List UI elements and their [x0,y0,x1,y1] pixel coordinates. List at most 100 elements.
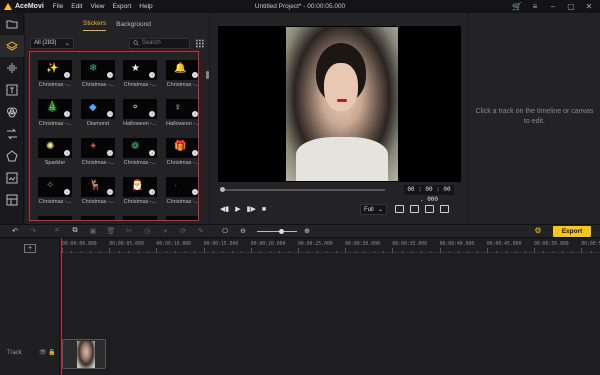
play-icon[interactable]: ▶ [235,205,240,213]
category-select[interactable]: All (283) ⌄ [30,37,74,49]
step-back-icon[interactable]: ◀▮ [220,205,229,213]
zoom-out-icon[interactable]: ⊖ [236,227,250,235]
sticker-glyph: ❁ [131,141,140,152]
menu-view[interactable]: View [90,3,104,10]
rail-transitions[interactable] [0,123,24,145]
sticker-item[interactable]: ✦ ↓ Christmas -... [81,138,115,166]
player-controls: ◀▮ ▶ ▮▶ ■ [220,205,272,214]
tab-stickers[interactable]: Stickers [83,15,107,31]
eye-icon[interactable]: 👁 [39,350,47,356]
sticker-item[interactable]: · ↓ Christmas -... [166,177,198,205]
close-icon[interactable]: ✕ [580,2,598,11]
aspect-ratio-icon[interactable] [425,205,434,213]
sticker-item[interactable]: ❄ ↓ Christmas -... [81,60,115,88]
delete-icon[interactable]: 🗑 [104,227,118,235]
progress-handle[interactable] [220,187,225,192]
step-forward-icon[interactable]: ▮▶ [247,205,256,213]
rail-layers[interactable] [0,35,24,57]
volume-icon[interactable] [410,205,419,213]
redo-icon[interactable]: ↷ [26,227,40,235]
quality-select[interactable]: Full ⌄ [360,204,387,215]
video-canvas[interactable] [218,26,461,182]
split-icon[interactable]: ✂ [122,227,136,235]
color-icon[interactable]: ◑ [158,228,172,235]
timeline-clip[interactable] [62,339,106,369]
download-icon[interactable]: ↓ [64,150,70,156]
rail-elements[interactable] [0,145,24,167]
export-button[interactable]: Export [553,226,591,237]
undo-icon[interactable]: ↶ [8,227,22,235]
minimize-icon[interactable]: – [544,2,562,11]
sticker-item[interactable]: ▪↓ [123,216,157,220]
settings-icon[interactable]: ⚙ [532,226,544,237]
sticker-item[interactable]: ✺ ↓ Sparkler [38,138,72,166]
sticker-item[interactable]: ★ ↓ Christmas -... [123,60,157,88]
filter-icon [7,107,17,118]
copy-icon[interactable]: ⧉ [68,227,82,235]
menu-export[interactable]: Export [112,3,131,10]
cart-icon[interactable]: 🛒 [508,2,526,11]
fullscreen-icon[interactable] [440,205,449,213]
sticker-item[interactable]: ◆ ↓ Diamond [81,99,115,127]
sticker-item[interactable]: ▲↓ [38,216,72,220]
download-icon[interactable]: ↓ [64,189,70,195]
playback-progress[interactable] [220,187,385,192]
crop-icon[interactable]: ⌗ [50,227,64,235]
sticker-item[interactable]: ✨ ↓ Christmas -... [38,60,72,88]
download-icon[interactable]: ↓ [107,72,113,78]
download-icon[interactable]: ↓ [192,111,198,117]
menu-edit[interactable]: Edit [71,3,82,10]
download-icon[interactable]: ↓ [107,111,113,117]
sticker-item[interactable]: ⚬ ↓ Halloween -... [123,99,157,127]
sticker-scrollbar[interactable] [206,71,209,79]
download-icon[interactable]: ↓ [192,150,198,156]
rail-audio[interactable] [0,57,24,79]
download-icon[interactable]: ↓ [107,150,113,156]
sticker-item[interactable]: 🦌 ↓ Christmas -... [81,177,115,205]
ruler-tick [581,248,583,253]
marker-icon[interactable]: ⎔ [218,227,232,235]
add-track-button[interactable]: + [24,244,36,253]
rail-stickers[interactable] [0,167,24,189]
sticker-item[interactable]: ▪↓ [166,216,198,220]
download-icon[interactable]: ↓ [149,72,155,78]
rail-templates[interactable] [0,189,24,211]
playhead[interactable] [61,238,62,375]
sticker-item[interactable]: ▪↓ [81,216,115,220]
timeline-ruler[interactable]: 00:00:00.000 00:00:05.000 00:00:10.000 00:0… [60,239,600,253]
search-input[interactable]: Search [128,37,191,49]
sticker-item[interactable]: 🎅 ↓ Christmas -... [123,177,157,205]
stop-icon[interactable]: ■ [262,206,266,213]
sticker-item[interactable]: 🔔 ↓ Christmas -... [166,60,198,88]
download-icon[interactable]: ↓ [64,72,70,78]
grid-view-icon[interactable] [196,39,204,48]
rail-filters[interactable] [0,101,24,123]
sticker-item[interactable]: ❁ ↓ Christmas -... [123,138,157,166]
download-icon[interactable]: ↓ [149,189,155,195]
rail-media[interactable] [0,13,24,35]
download-icon[interactable]: ↓ [192,189,198,195]
download-icon[interactable]: ↓ [192,72,198,78]
rotate-icon[interactable]: ⟳ [176,227,190,235]
edit-icon[interactable]: ✎ [194,227,208,235]
menu-file[interactable]: File [53,3,63,10]
download-icon[interactable]: ↓ [64,111,70,117]
menu-help[interactable]: Help [139,3,152,10]
rail-text[interactable] [0,79,24,101]
sticker-item[interactable]: ♀ ↓ Halloween -... [166,99,198,127]
hamburger-menu-icon[interactable]: ≡ [526,2,544,11]
zoom-in-icon[interactable]: ⊕ [300,227,314,235]
maximize-icon[interactable]: ▢ [562,2,580,11]
sticker-item[interactable]: 🎁 ↓ Christmas -... [166,138,198,166]
sticker-item[interactable]: ✧ ↓ Christmas -... [38,177,72,205]
sticker-item[interactable]: 🎄 ↓ Christmas -... [38,99,72,127]
zoom-slider[interactable] [257,228,297,234]
download-icon[interactable]: ↓ [149,150,155,156]
snapshot-icon[interactable] [395,205,404,213]
tab-background[interactable]: Background [116,16,151,31]
speed-icon[interactable]: ◷ [140,227,154,235]
lock-icon[interactable]: 🔒 [48,350,55,356]
download-icon[interactable]: ↓ [107,189,113,195]
download-icon[interactable]: ↓ [149,111,155,117]
paste-icon[interactable]: ▣ [86,227,100,235]
